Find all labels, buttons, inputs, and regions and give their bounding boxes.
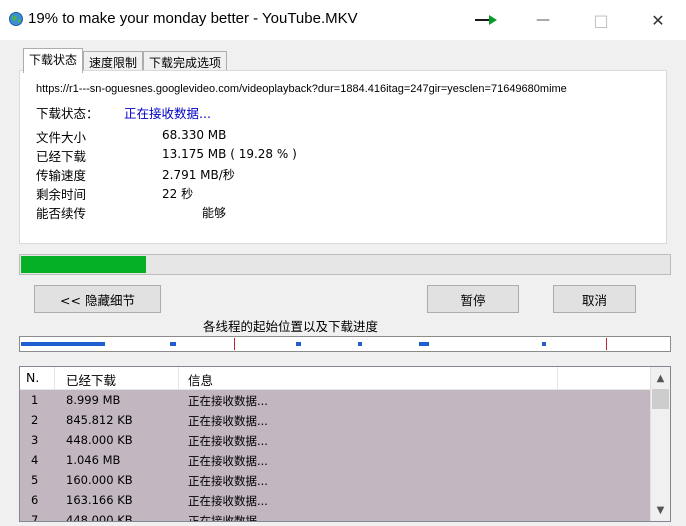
row-downloaded: 1.046 MB bbox=[66, 453, 121, 467]
row-info: 正在接收数据... bbox=[188, 474, 268, 488]
row-number: 5 bbox=[31, 473, 39, 487]
minimize-icon: — bbox=[536, 12, 550, 28]
download-url: https://r1---sn-oguesnes.googlevideo.com… bbox=[36, 83, 567, 95]
tab-strip: 下载状态 速度限制 下载完成选项 bbox=[23, 48, 228, 73]
minimize-button[interactable]: — bbox=[520, 0, 566, 40]
thread-marker bbox=[606, 338, 607, 350]
status-value: 正在接收数据... bbox=[124, 106, 211, 121]
row-info: 正在接收数据... bbox=[188, 434, 268, 448]
row-number: 3 bbox=[31, 433, 39, 447]
maximize-icon: □ bbox=[593, 10, 609, 30]
thread-segment bbox=[296, 342, 301, 346]
row-info: 正在接收数据... bbox=[188, 514, 268, 522]
list-row[interactable]: 2 845.812 KB 正在接收数据... bbox=[20, 410, 650, 430]
maximize-button[interactable]: □ bbox=[578, 0, 624, 40]
hide-details-button[interactable]: << 隐藏细节 bbox=[34, 285, 161, 313]
speed-value: 2.791 MB/秒 bbox=[162, 168, 235, 182]
row-number: 4 bbox=[31, 453, 39, 467]
downloaded-label: 已经下载 bbox=[36, 149, 87, 164]
row-downloaded: 163.166 KB bbox=[66, 493, 133, 507]
close-button[interactable]: ✕ bbox=[635, 0, 681, 40]
row-info: 正在接收数据... bbox=[188, 394, 268, 408]
list-row[interactable]: 1 8.999 MB 正在接收数据... bbox=[20, 390, 650, 410]
list-scrollbar[interactable]: ▲ ▼ bbox=[650, 367, 670, 521]
world-globe-icon bbox=[9, 12, 23, 26]
column-divider[interactable] bbox=[178, 367, 179, 389]
list-header: N. 已经下载 信息 bbox=[20, 367, 650, 390]
thread-list[interactable]: N. 已经下载 信息 1 8.999 MB 正在接收数据... 2 845.81… bbox=[19, 366, 671, 522]
row-number: 2 bbox=[31, 413, 39, 427]
list-row[interactable]: 5 160.000 KB 正在接收数据... bbox=[20, 470, 650, 490]
row-downloaded: 845.812 KB bbox=[66, 413, 133, 427]
list-row[interactable]: 3 448.000 KB 正在接收数据... bbox=[20, 430, 650, 450]
downloaded-value: 13.175 MB ( 19.28 % ) bbox=[162, 147, 297, 161]
column-info[interactable]: 信息 bbox=[188, 370, 213, 389]
file-size-value: 68.330 MB bbox=[162, 128, 227, 142]
thread-segment bbox=[419, 342, 429, 346]
time-left-label: 剩余时间 bbox=[36, 187, 87, 202]
scroll-up-arrow-icon[interactable]: ▲ bbox=[651, 369, 670, 387]
download-progress-bar bbox=[19, 254, 671, 275]
row-downloaded: 160.000 KB bbox=[66, 473, 133, 487]
column-divider[interactable] bbox=[54, 367, 55, 389]
scroll-thumb[interactable] bbox=[652, 389, 669, 409]
thread-segment bbox=[542, 342, 546, 346]
threads-caption: 各线程的起始位置以及下载进度 bbox=[203, 319, 379, 334]
list-row[interactable]: 7 448.000 KB 正在接收数据... bbox=[20, 510, 650, 522]
thread-segment bbox=[358, 342, 362, 346]
thread-progress-strip bbox=[19, 336, 671, 352]
row-info: 正在接收数据... bbox=[188, 454, 268, 468]
status-panel: https://r1---sn-oguesnes.googlevideo.com… bbox=[19, 70, 667, 244]
row-downloaded: 448.000 KB bbox=[66, 433, 133, 447]
row-info: 正在接收数据... bbox=[188, 414, 268, 428]
thread-segment bbox=[170, 342, 176, 346]
column-downloaded[interactable]: 已经下载 bbox=[66, 370, 116, 389]
speed-label: 传输速度 bbox=[36, 168, 87, 183]
row-number: 7 bbox=[31, 513, 39, 522]
progress-fill bbox=[21, 256, 146, 273]
thread-marker bbox=[234, 338, 235, 350]
status-label: 下载状态： bbox=[36, 106, 99, 121]
time-left-value: 22 秒 bbox=[162, 187, 194, 201]
cancel-button[interactable]: 取消 bbox=[553, 285, 636, 313]
list-row[interactable]: 4 1.046 MB 正在接收数据... bbox=[20, 450, 650, 470]
list-row[interactable]: 6 163.166 KB 正在接收数据... bbox=[20, 490, 650, 510]
green-arrow-icon bbox=[475, 15, 497, 25]
close-icon: ✕ bbox=[651, 10, 665, 30]
resume-value: 能够 bbox=[202, 206, 227, 220]
column-n[interactable]: N. bbox=[26, 370, 39, 385]
resume-label: 能否续传 bbox=[36, 206, 87, 221]
pause-button[interactable]: 暂停 bbox=[427, 285, 519, 313]
row-downloaded: 448.000 KB bbox=[66, 513, 133, 522]
row-number: 6 bbox=[31, 493, 39, 507]
column-divider[interactable] bbox=[557, 367, 558, 389]
title-bar: 19% to make your monday better - YouTube… bbox=[0, 0, 686, 40]
row-number: 1 bbox=[31, 393, 39, 407]
file-size-label: 文件大小 bbox=[36, 130, 87, 145]
window-title: 19% to make your monday better - YouTube… bbox=[28, 10, 358, 27]
scroll-down-arrow-icon[interactable]: ▼ bbox=[651, 501, 670, 519]
row-info: 正在接收数据... bbox=[188, 494, 268, 508]
row-downloaded: 8.999 MB bbox=[66, 393, 121, 407]
tab-download-status[interactable]: 下载状态 bbox=[23, 48, 84, 73]
thread-segment bbox=[21, 342, 105, 346]
